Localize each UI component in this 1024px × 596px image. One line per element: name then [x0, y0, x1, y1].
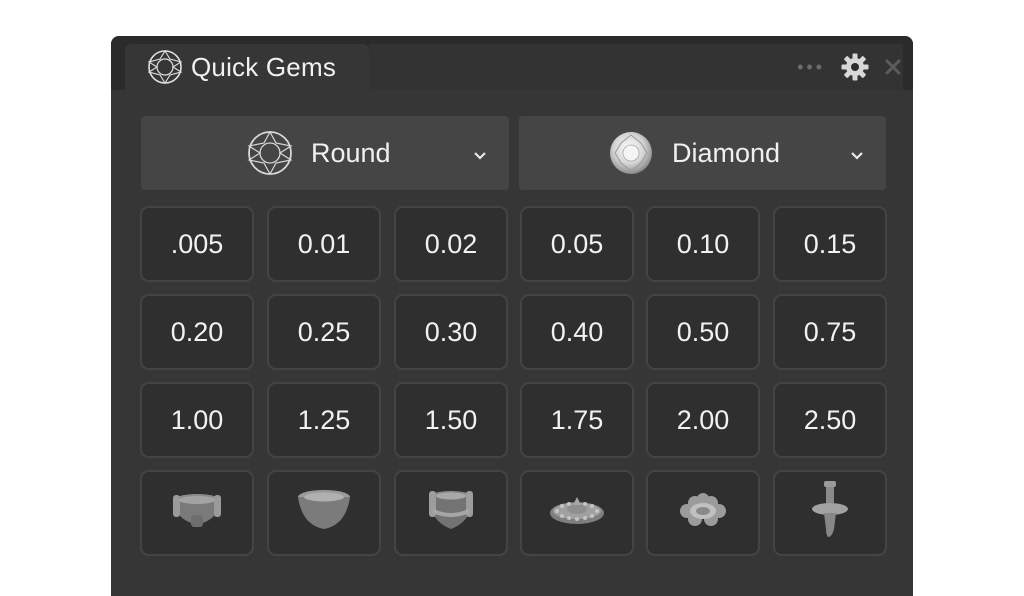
- carat-button[interactable]: 0.01: [267, 206, 381, 282]
- peg-setting-icon: [808, 479, 852, 548]
- chevron-down-icon: [848, 140, 866, 160]
- round-cut-icon: [247, 130, 293, 176]
- carat-button[interactable]: 0.15: [773, 206, 887, 282]
- chevron-down-icon: [471, 140, 489, 160]
- carat-button[interactable]: .005: [140, 206, 254, 282]
- material-dropdown[interactable]: Diamond: [519, 116, 886, 190]
- tab-quick-gems[interactable]: Quick Gems: [125, 44, 369, 90]
- carat-button[interactable]: 1.25: [267, 382, 381, 458]
- title-actions: •••: [797, 50, 905, 84]
- panel-title: Quick Gems: [191, 51, 337, 82]
- prong-setting-icon: [167, 485, 227, 542]
- carat-button[interactable]: 2.00: [646, 382, 760, 458]
- carat-button[interactable]: 0.50: [646, 294, 760, 370]
- more-dots-icon[interactable]: •••: [797, 58, 825, 76]
- material-label: Diamond: [672, 137, 781, 168]
- shape-label: Round: [311, 137, 391, 168]
- panel-body: Round Diamond .005 0.01 0.02 0.05 0.10 0…: [111, 90, 913, 596]
- flower-halo-setting-button[interactable]: [646, 470, 760, 556]
- close-icon[interactable]: [881, 55, 905, 79]
- carat-button[interactable]: 0.05: [520, 206, 634, 282]
- bezel-setting-button[interactable]: [267, 470, 381, 556]
- carat-button[interactable]: 0.25: [267, 294, 381, 370]
- bezel-setting-icon: [294, 485, 354, 542]
- carat-button[interactable]: 1.75: [520, 382, 634, 458]
- carat-button[interactable]: 0.20: [140, 294, 254, 370]
- carat-button[interactable]: 0.30: [394, 294, 508, 370]
- halo-setting-button[interactable]: [520, 470, 634, 556]
- basket-setting-button[interactable]: [394, 470, 508, 556]
- peg-setting-button[interactable]: [773, 470, 887, 556]
- prong-setting-button[interactable]: [140, 470, 254, 556]
- carat-button[interactable]: 0.02: [394, 206, 508, 282]
- diamond-stone-icon: [608, 130, 654, 176]
- carat-button[interactable]: 0.40: [520, 294, 634, 370]
- carat-button[interactable]: 0.75: [773, 294, 887, 370]
- carat-button[interactable]: 2.50: [773, 382, 887, 458]
- basket-setting-icon: [421, 485, 481, 542]
- shape-dropdown[interactable]: Round: [141, 116, 509, 190]
- carat-button[interactable]: 1.00: [140, 382, 254, 458]
- round-gem-outline-icon: [147, 49, 183, 85]
- carat-button[interactable]: 0.10: [646, 206, 760, 282]
- gear-icon[interactable]: [839, 51, 871, 83]
- flower-halo-setting-icon: [673, 485, 733, 542]
- halo-setting-icon: [547, 485, 607, 542]
- panel-titlebar: Quick Gems •••: [111, 36, 913, 90]
- carat-button[interactable]: 1.50: [394, 382, 508, 458]
- quick-gems-panel: Quick Gems ••• Round Diamond .005 0.01 0…: [111, 36, 913, 596]
